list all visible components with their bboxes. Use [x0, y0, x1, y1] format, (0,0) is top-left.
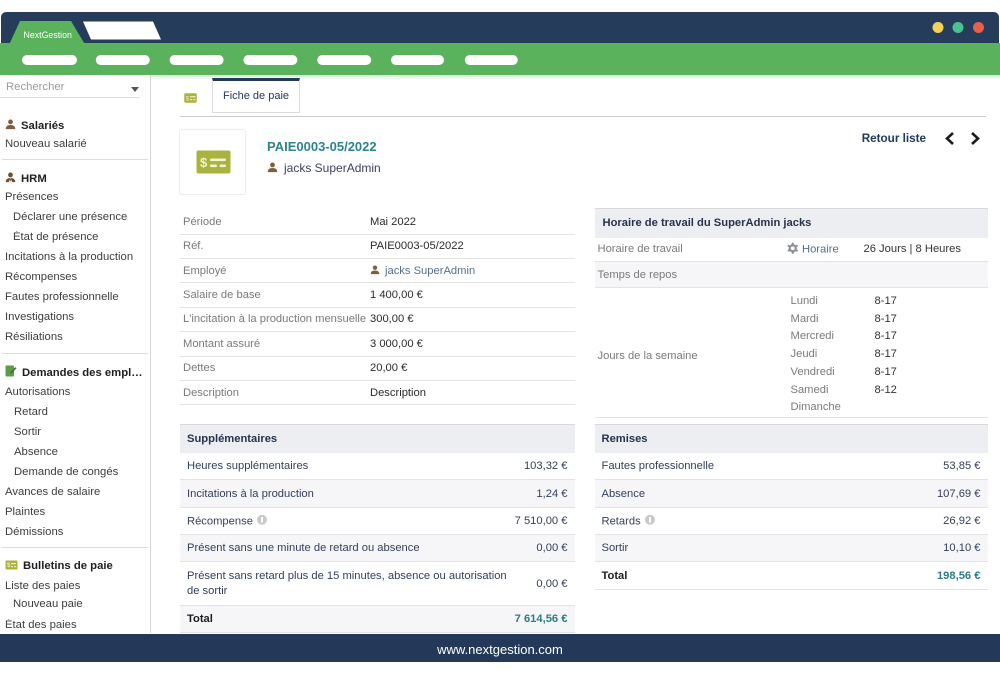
svg-text:$: $ [186, 95, 190, 102]
svg-text:NextGestion: NextGestion [24, 30, 73, 40]
svg-text:$: $ [200, 155, 208, 170]
